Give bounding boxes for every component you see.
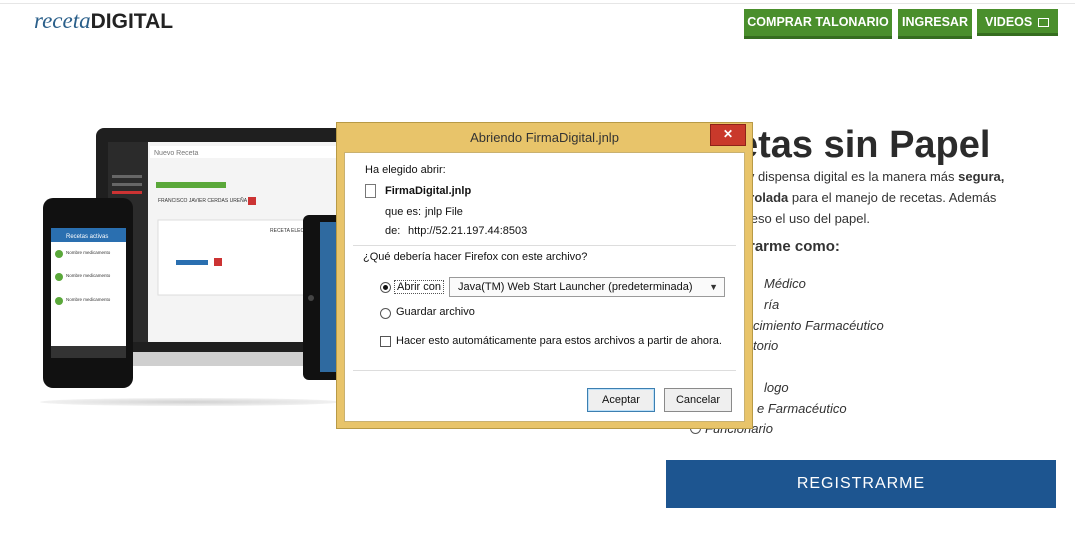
register-option-2[interactable]: ría bbox=[764, 297, 779, 312]
save-file-label[interactable]: Guardar archivo bbox=[396, 306, 475, 318]
logo[interactable]: recetaDIGITAL bbox=[34, 8, 173, 34]
hero-desc-2: para el manejo de recetas. Además bbox=[788, 190, 997, 205]
register-heading: trarme como: bbox=[744, 238, 840, 255]
file-icon bbox=[365, 184, 376, 198]
hero-title: etas sin Papel bbox=[737, 124, 991, 166]
cancel-button[interactable]: Cancelar bbox=[664, 388, 732, 412]
hero-desc-1: n y dispensa digital es la manera más bbox=[737, 169, 959, 184]
application-select[interactable]: Java(TM) Web Start Launcher (predetermin… bbox=[449, 277, 725, 297]
nav-ingresar-button[interactable]: INGRESAR bbox=[898, 9, 972, 39]
type-label: que es: bbox=[385, 206, 422, 218]
hero-desc-3: oceso el uso del papel. bbox=[737, 211, 870, 226]
filename: FirmaDigital.jnlp bbox=[385, 185, 472, 197]
mockup-patient-name: FRANCISCO JAVIER CERDAS UREÑA bbox=[158, 197, 248, 204]
from-value: http://52.21.197.44:8503 bbox=[408, 225, 528, 237]
open-with-radio[interactable] bbox=[380, 282, 391, 293]
nav-videos-label: VIDEOS bbox=[985, 15, 1033, 29]
logo-bold: DIGITAL bbox=[90, 10, 174, 33]
dialog-title: Abriendo FirmaDigital.jnlp bbox=[470, 130, 619, 145]
dialog-separator-2 bbox=[353, 370, 736, 371]
open-with-label[interactable]: Abrir con bbox=[394, 280, 445, 294]
close-icon[interactable]: ✕ bbox=[710, 124, 746, 146]
register-option-4[interactable]: torio bbox=[753, 338, 778, 353]
dialog-body: Ha elegido abrir: FirmaDigital.jnlp que … bbox=[344, 152, 745, 422]
nav-comprar-talonario-button[interactable]: COMPRAR TALONARIO bbox=[744, 9, 892, 39]
dialog-separator bbox=[353, 245, 736, 246]
register-option-medico[interactable]: Médico bbox=[764, 276, 806, 291]
logo-italic: receta bbox=[34, 8, 91, 33]
register-option-5[interactable]: logo bbox=[764, 380, 789, 395]
accept-button[interactable]: Aceptar bbox=[587, 388, 655, 412]
devices-shadow bbox=[40, 398, 340, 406]
type-value: jnlp File bbox=[425, 206, 463, 218]
phone-item-3: Nombre medicamento bbox=[66, 297, 111, 302]
devices-illustration: Nuevo Receta FRANCISCO JAVIER CERDAS URE… bbox=[43, 128, 358, 388]
question-label: ¿Qué debería hacer Firefox con este arch… bbox=[363, 251, 588, 263]
phone-header: Recetas activas bbox=[66, 234, 108, 240]
registrarme-button[interactable]: REGISTRARME bbox=[666, 460, 1056, 508]
hero-desc-bold-1: segura, bbox=[958, 169, 1005, 184]
phone-item-2: Nombre medicamento bbox=[66, 273, 111, 278]
hero-description: n y dispensa digital es la manera más se… bbox=[737, 166, 1037, 229]
from-label: de: bbox=[385, 225, 401, 237]
mockup-app-header: Nuevo Receta bbox=[154, 150, 198, 157]
save-file-radio[interactable] bbox=[380, 308, 391, 319]
auto-checkbox[interactable] bbox=[380, 336, 391, 347]
film-icon bbox=[1037, 18, 1049, 27]
chevron-down-icon: ▼ bbox=[709, 282, 718, 292]
firefox-open-dialog: Abriendo FirmaDigital.jnlp ✕ Ha elegido … bbox=[336, 122, 753, 429]
chose-to-open-label: Ha elegido abrir: bbox=[365, 164, 446, 176]
application-select-value: Java(TM) Web Start Launcher (predetermin… bbox=[458, 281, 693, 293]
top-divider bbox=[0, 3, 1075, 4]
phone-item-1: Nombre medicamento bbox=[66, 250, 111, 255]
auto-label[interactable]: Hacer esto automáticamente para estos ar… bbox=[396, 335, 722, 347]
register-option-6[interactable]: e Farmacéutico bbox=[757, 401, 847, 416]
register-option-3[interactable]: cimiento Farmacéutico bbox=[753, 318, 884, 333]
nav-videos-button[interactable]: VIDEOS bbox=[977, 9, 1058, 36]
